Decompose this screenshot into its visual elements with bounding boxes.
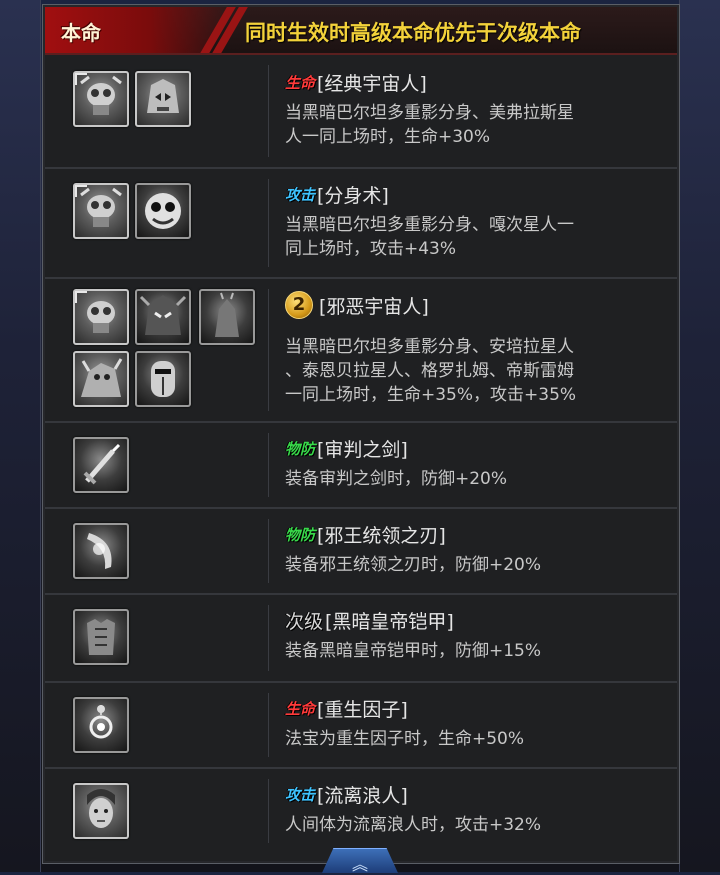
bond-desc: 法宝为重生因子时，生命+50% <box>285 729 525 749</box>
defense-badge: 物防 <box>285 440 316 458</box>
bond-title: [经典宇宙人] <box>317 73 427 95</box>
bond-row-wandering-ronin[interactable]: 攻击 [流离浪人] 人间体为流离浪人时，攻击+32% <box>45 769 677 853</box>
bond-title: [黑暗皇帝铠甲] <box>325 611 454 633</box>
armored-knight-icon[interactable] <box>135 351 191 407</box>
bond-title: [重生因子] <box>317 699 408 721</box>
bond-title: [流离浪人] <box>317 785 408 807</box>
bond-title: [审判之剑] <box>317 439 408 461</box>
bond-row-judgment-sword[interactable]: 物防 [审判之剑] 装备审判之剑时，防御+20% <box>45 423 677 509</box>
header-tag: 本命 <box>61 21 101 45</box>
bond-row-rebirth-factor[interactable]: 生命 [重生因子] 法宝为重生因子时，生命+50% <box>45 683 677 769</box>
human-face-icon[interactable] <box>73 783 129 839</box>
collapse-tab-button[interactable]: ︽ <box>322 848 398 873</box>
bond-row-evil-king-blade[interactable]: 物防 [邪王统领之刃] 装备邪王统领之刃时，防御+20% <box>45 509 677 595</box>
bond-title: [邪王统领之刃] <box>317 525 446 547</box>
kaiju-icon[interactable] <box>73 351 129 407</box>
bond-row-classic-alien[interactable]: 生命 [经典宇宙人] 当黑暗巴尔坦多重影分身、美弗拉斯星 人一同上场时，生命+30… <box>45 55 677 169</box>
right-frame <box>679 0 720 872</box>
alien-mask-icon[interactable] <box>73 183 129 239</box>
bond-row-evil-alien[interactable]: 2 [邪恶宇宙人] 当黑暗巴尔坦多重影分身、安培拉星人 、泰恩贝拉星人、格罗扎姆、… <box>45 279 677 423</box>
bond-desc: 装备邪王统领之刃时，防御+20% <box>285 555 542 575</box>
alien-mask-icon[interactable] <box>135 71 191 127</box>
creature-face-icon[interactable] <box>135 183 191 239</box>
dark-emperor-icon[interactable] <box>135 289 191 345</box>
chevron-up-icon: ︽ <box>351 855 368 874</box>
left-frame <box>0 0 41 872</box>
attack-badge: 攻击 <box>285 186 316 204</box>
bond-desc: 人间体为流离浪人时，攻击+32% <box>285 815 542 835</box>
secondary-grade-label: 次级 <box>285 611 324 633</box>
bond-title: [邪恶宇宙人] <box>319 295 429 318</box>
header-note: 同时生效时高级本命优先于次级本命 <box>245 21 581 45</box>
alien-mask-icon[interactable] <box>73 71 129 127</box>
bond-row-clone[interactable]: 攻击 [分身术] 当黑暗巴尔坦多重影分身、嘎次星人一 同上场时，攻击+43% <box>45 169 677 279</box>
bond-row-dark-emperor-armor[interactable]: 次级 [黑暗皇帝铠甲] 装备黑暗皇帝铠甲时，防御+15% <box>45 595 677 683</box>
orb-icon[interactable] <box>73 697 129 753</box>
alien-mask-icon[interactable] <box>73 289 129 345</box>
bond-title: [分身术] <box>317 185 389 207</box>
defense-badge: 物防 <box>285 526 316 544</box>
hp-badge: 生命 <box>285 700 316 718</box>
bond-desc: 当黑暗巴尔坦多重影分身、嘎次星人一 同上场时，攻击+43% <box>285 215 574 259</box>
blade-icon[interactable] <box>73 523 129 579</box>
bond-desc: 装备黑暗皇帝铠甲时，防御+15% <box>285 641 542 661</box>
bonds-panel: 本命 同时生效时高级本命优先于次级本命 生命 [经典宇宙人] 当黑暗巴尔坦多重影分… <box>42 4 680 864</box>
armor-icon[interactable] <box>73 609 129 665</box>
attack-badge: 攻击 <box>285 786 316 804</box>
sword-icon[interactable] <box>73 437 129 493</box>
bond-desc: 当黑暗巴尔坦多重影分身、美弗拉斯星 人一同上场时，生命+30% <box>285 103 574 147</box>
panel-header: 本命 同时生效时高级本命优先于次级本命 <box>45 7 677 55</box>
monster-icon[interactable] <box>199 289 255 345</box>
hp-badge: 生命 <box>285 74 316 92</box>
bond-desc: 当黑暗巴尔坦多重影分身、安培拉星人 、泰恩贝拉星人、格罗扎姆、帝斯雷姆 一同上场… <box>285 337 577 405</box>
bond-desc: 装备审判之剑时，防御+20% <box>285 469 508 489</box>
grade-2-badge: 2 <box>285 291 313 319</box>
